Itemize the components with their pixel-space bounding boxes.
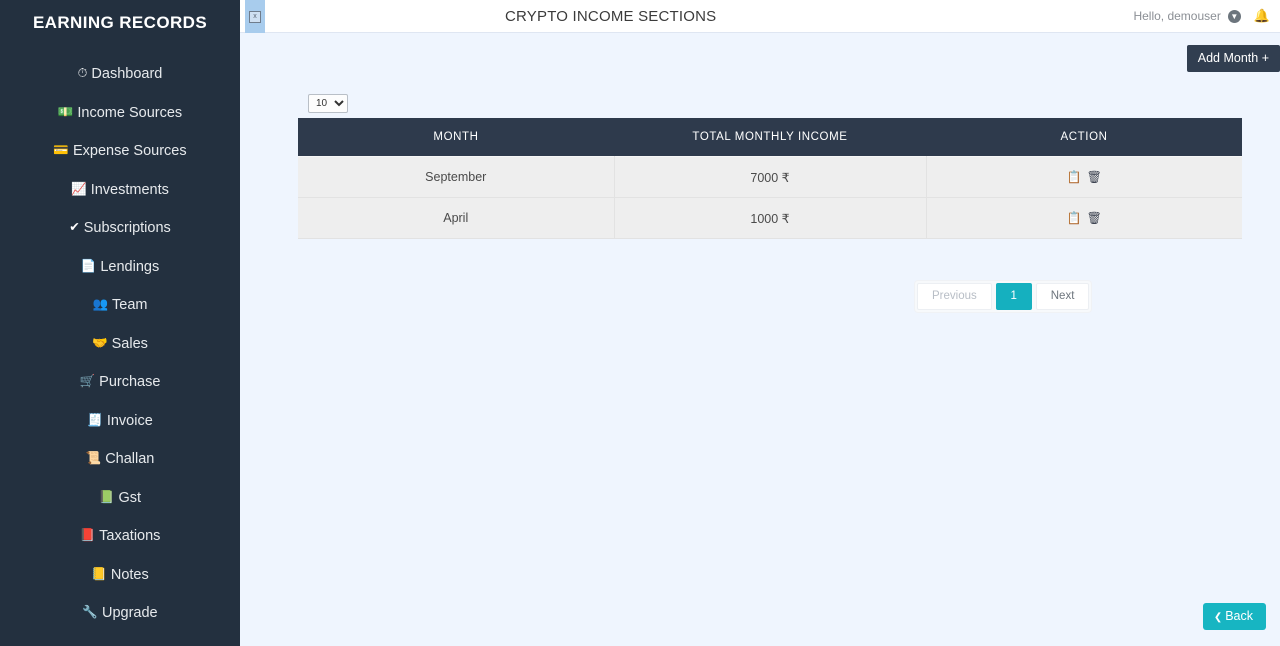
sidebar-item-label: Investments xyxy=(90,181,169,198)
sidebar-item-label: Income Sources xyxy=(77,104,183,121)
action-icon-group: 📋 🗑 xyxy=(1067,171,1102,183)
table-row: April 1000 ₹ 📋 🗑 xyxy=(298,197,1242,239)
pagination-previous-button[interactable]: Previous xyxy=(917,283,992,310)
column-header-action: ACTION xyxy=(926,118,1242,157)
sidebar-item-upgrade[interactable]: 🔧 Upgrade xyxy=(0,593,240,632)
sidebar-item-gst[interactable]: 📗 Gst xyxy=(0,478,240,517)
back-button[interactable]: ❮ Back xyxy=(1202,603,1266,630)
brand-title: EARNING RECORDS xyxy=(32,13,208,32)
top-header-bar: x CRYPTO INCOME SECTIONS Hello, demouser… xyxy=(240,0,1280,33)
cart-icon: 🛒 xyxy=(79,374,96,388)
book-icon: 📕 xyxy=(79,528,96,542)
sidebar-item-label: Expense Sources xyxy=(72,143,187,159)
chevron-down-icon[interactable]: ▼ xyxy=(1227,9,1241,23)
cell-month: April xyxy=(298,197,615,239)
column-header-month: MONTH xyxy=(298,118,614,157)
sidebar-item-label: Challan xyxy=(105,451,155,467)
sidebar-item-team[interactable]: 👥 Team xyxy=(0,285,240,324)
broken-image-icon: x xyxy=(245,0,265,33)
invoice-icon: 🧾 xyxy=(87,412,103,427)
column-header-income: TOTAL MONTHLY INCOME xyxy=(614,118,926,157)
topbar-user-area: Hello, demouser ▼ 🔔 xyxy=(1133,8,1270,24)
records-table-container: MONTH TOTAL MONTHLY INCOME ACTION Septem… xyxy=(298,118,1242,239)
page-length-select[interactable]: 102550100 xyxy=(308,94,348,113)
money-icon: 💵 xyxy=(57,104,74,119)
cell-action: 📋 🗑 xyxy=(926,197,1242,239)
sidebar-item-dashboard[interactable]: ⏱ Dashboard xyxy=(0,54,240,93)
sidebar-item-lendings[interactable]: 📄 Lendings xyxy=(0,247,240,286)
table-head: MONTH TOTAL MONTHLY INCOME ACTION xyxy=(298,118,1242,157)
pagination-page-1[interactable]: 1 xyxy=(995,283,1032,310)
scroll-icon: 📜 xyxy=(85,451,102,465)
sidebar: EARNING RECORDS ⏱ Dashboard 💵 Income Source… xyxy=(0,0,240,646)
clipboard-icon: 📒 xyxy=(91,566,107,581)
receipt-icon: 📗 xyxy=(98,489,115,504)
pagination-control: Previous 1 Next xyxy=(915,281,1092,312)
chevron-left-icon: ❮ xyxy=(1213,612,1223,623)
handshake-icon: 🤝 xyxy=(92,335,108,350)
sidebar-item-income-sources[interactable]: 💵 Income Sources xyxy=(0,93,240,132)
sidebar-item-label: Taxations xyxy=(99,528,161,544)
sidebar-item-label: Notes xyxy=(110,566,149,583)
action-icon-group: 📋 🗑 xyxy=(1067,212,1102,224)
sidebar-item-label: Lendings xyxy=(100,258,160,275)
sidebar-item-challan[interactable]: 📜 Challan xyxy=(0,439,240,478)
cell-month: September xyxy=(298,156,615,198)
sidebar-item-label: Upgrade xyxy=(101,605,158,621)
cell-action: 📋 🗑 xyxy=(926,156,1242,198)
sidebar-item-notes[interactable]: 📒 Notes xyxy=(0,555,240,594)
sidebar-item-invoice[interactable]: 🧾 Invoice xyxy=(0,401,240,440)
people-icon: 👥 xyxy=(92,297,109,311)
speedometer-icon: ⏱ xyxy=(77,66,88,80)
user-greeting: Hello, demouser xyxy=(1133,9,1221,23)
sidebar-item-label: Invoice xyxy=(106,412,153,429)
wallet-icon: 💳 xyxy=(53,143,69,157)
sidebar-item-taxations[interactable]: 📕 Taxations xyxy=(0,516,240,555)
sidebar-item-purchase[interactable]: 🛒 Purchase xyxy=(0,362,240,401)
broken-image-glyph: x xyxy=(249,10,261,23)
table-row: September 7000 ₹ 📋 🗑 xyxy=(298,156,1242,198)
sidebar-item-label: Dashboard xyxy=(91,66,163,82)
records-table: MONTH TOTAL MONTHLY INCOME ACTION Septem… xyxy=(298,118,1242,239)
cell-total-monthly-income: 1000 ₹ xyxy=(614,197,927,239)
check-circle-icon: ✔ xyxy=(69,220,80,234)
sidebar-item-label: Team xyxy=(112,297,148,313)
detail-icon[interactable]: 📋 xyxy=(1067,212,1082,224)
notification-bell-icon[interactable]: 🔔 xyxy=(1254,8,1270,24)
sidebar-item-label: Sales xyxy=(111,335,148,352)
table-body: September 7000 ₹ 📋 🗑 April 1000 ₹ 📋 🗑 xyxy=(298,156,1242,239)
sidebar-item-expense-sources[interactable]: 💳 Expense Sources xyxy=(0,131,240,170)
back-button-label: Back xyxy=(1225,609,1253,623)
cell-total-monthly-income: 7000 ₹ xyxy=(614,156,927,198)
chart-icon: 📈 xyxy=(71,181,87,196)
add-month-button[interactable]: Add Month + xyxy=(1186,45,1280,72)
sidebar-item-sales[interactable]: 🤝 Sales xyxy=(0,324,240,363)
sidebar-item-label: Subscriptions xyxy=(83,220,171,236)
sidebar-item-label: Gst xyxy=(118,489,142,506)
pagination-next-button[interactable]: Next xyxy=(1035,283,1090,310)
sidebar-nav: ⏱ Dashboard 💵 Income Sources 💳 Expense Source… xyxy=(0,54,240,632)
table-header-row: MONTH TOTAL MONTHLY INCOME ACTION xyxy=(298,118,1242,157)
page-title: CRYPTO INCOME SECTIONS xyxy=(505,8,717,25)
delete-icon[interactable]: 🗑 xyxy=(1087,212,1102,224)
delete-icon[interactable]: 🗑 xyxy=(1087,171,1102,183)
document-icon: 📄 xyxy=(80,258,97,273)
main-content: Add Month + 102550100 MONTH TOTAL MONTHL… xyxy=(240,33,1280,646)
detail-icon[interactable]: 📋 xyxy=(1067,171,1082,183)
sidebar-item-investments[interactable]: 📈 Investments xyxy=(0,170,240,209)
sidebar-item-label: Purchase xyxy=(99,374,161,390)
sidebar-item-subscriptions[interactable]: ✔ Subscriptions xyxy=(0,208,240,247)
wrench-icon: 🔧 xyxy=(82,605,98,619)
app-root: EARNING RECORDS ⏱ Dashboard 💵 Income Source… xyxy=(0,0,1280,646)
